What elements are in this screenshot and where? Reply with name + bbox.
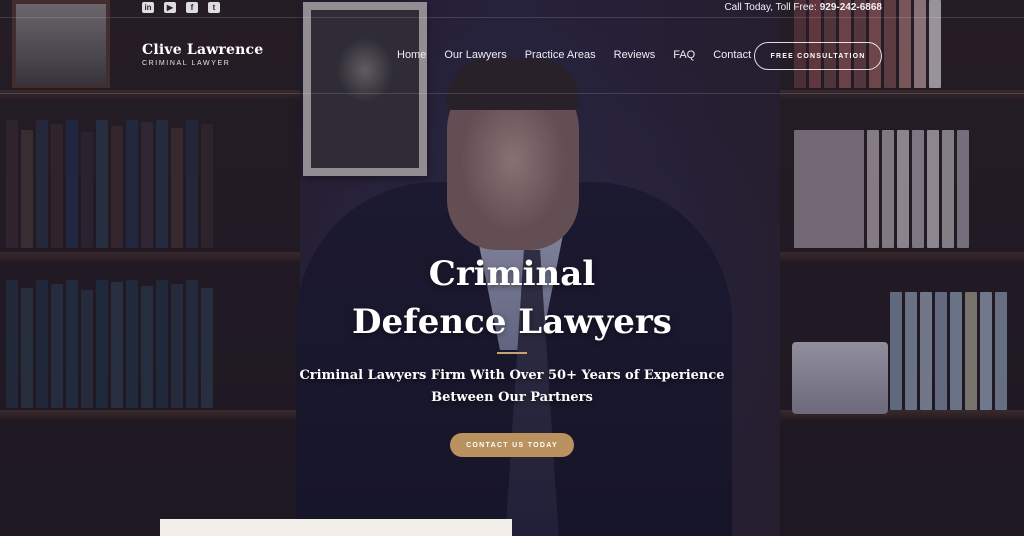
logo-name: Clive Lawrence [142,42,264,58]
twitter-icon[interactable]: t [208,2,220,13]
phone-callout: Call Today, Toll Free: 929-242-6868 [724,2,882,13]
hero-subtitle-line: Criminal Lawyers Firm With Over 50+ Year… [299,368,725,383]
main-header: Clive Lawrence CRIMINAL LAWYER Home Our … [0,18,1024,94]
logo-tagline: CRIMINAL LAWYER [142,60,231,67]
hero-subtitle: Criminal Lawyers Firm With Over 50+ Year… [262,365,762,409]
free-consultation-button[interactable]: FREE CONSULTATION [754,42,882,70]
youtube-icon[interactable]: ▶ [164,2,176,13]
bottom-card-edge [160,519,512,536]
phone-number[interactable]: 929-242-6868 [820,2,882,13]
call-label: Call Today, Toll Free: [724,2,817,13]
primary-nav: Home Our Lawyers Practice Areas Reviews … [397,49,751,61]
hero-divider [497,352,527,354]
nav-our-lawyers[interactable]: Our Lawyers [444,49,506,61]
top-bar: in ▶ f t Call Today, Toll Free: 929-242-6… [0,0,1024,18]
facebook-icon[interactable]: f [186,2,198,13]
nav-reviews[interactable]: Reviews [614,49,656,61]
nav-contact[interactable]: Contact [713,49,751,61]
hero-title-line: Defence Lawyers [352,302,672,342]
social-links: in ▶ f t [142,2,220,13]
hero-title: Criminal Defence Lawyers [262,250,762,346]
contact-us-button[interactable]: CONTACT US TODAY [450,433,574,457]
nav-practice-areas[interactable]: Practice Areas [525,49,596,61]
hero-subtitle-line: Between Our Partners [431,390,593,405]
hero-title-line: Criminal [428,254,596,294]
linkedin-icon[interactable]: in [142,2,154,13]
site-logo[interactable]: Clive Lawrence CRIMINAL LAWYER [142,42,263,67]
nav-faq[interactable]: FAQ [673,49,695,61]
nav-home[interactable]: Home [397,49,426,61]
